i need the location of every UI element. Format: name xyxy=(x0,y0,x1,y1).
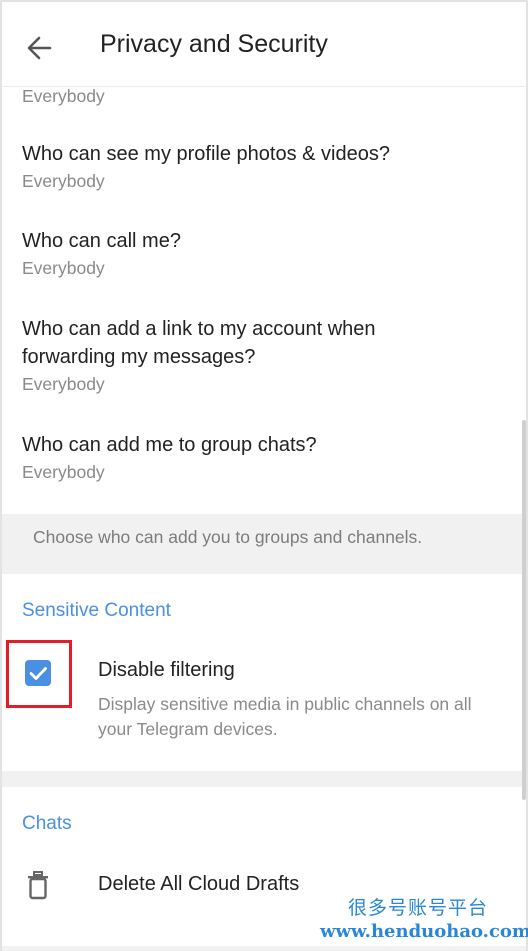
delete-all-cloud-drafts-button[interactable]: Delete All Cloud Drafts xyxy=(98,873,299,896)
disable-filtering-label[interactable]: Disable filtering xyxy=(98,659,235,682)
section-divider xyxy=(2,771,526,787)
disable-filtering-checkbox[interactable] xyxy=(25,660,51,686)
sensitive-content-heading: Sensitive Content xyxy=(22,600,171,621)
privacy-item-label: Who can call me? xyxy=(22,230,181,252)
chats-heading: Chats xyxy=(22,813,72,834)
privacy-item-group-chats[interactable]: Who can add me to group chats? Everybody xyxy=(22,431,512,485)
privacy-item-forwarding[interactable]: Who can add a link to my account when fo… xyxy=(22,315,442,397)
frame-left-border xyxy=(0,0,2,951)
privacy-item-value: Everybody xyxy=(22,258,105,278)
privacy-item-profile-photos[interactable]: Who can see my profile photos & videos? … xyxy=(22,140,512,194)
app-header: Privacy and Security xyxy=(2,2,526,87)
privacy-item-value: Everybody xyxy=(22,462,105,482)
checkmark-icon xyxy=(29,667,47,680)
back-button[interactable] xyxy=(22,30,58,66)
watermark-text: 很多号账号平台 xyxy=(348,897,489,919)
privacy-item-label: Who can add me to group chats? xyxy=(22,434,317,456)
disable-filtering-description: Display sensitive media in public channe… xyxy=(98,694,472,739)
trash-icon xyxy=(28,871,48,900)
privacy-item-value: Everybody xyxy=(22,374,105,394)
arrow-left-icon xyxy=(27,36,52,60)
page-title: Privacy and Security xyxy=(100,30,328,58)
privacy-item-value: Everybody xyxy=(22,171,105,191)
privacy-item-label: Who can add a link to my account when fo… xyxy=(22,318,376,368)
scrollbar[interactable] xyxy=(522,420,526,800)
privacy-item-label: Who can see my profile photos & videos? xyxy=(22,143,390,165)
watermark-url: www.henduohao.com xyxy=(320,921,528,942)
bottom-band xyxy=(2,946,526,951)
groups-hint-text: Choose who can add you to groups and cha… xyxy=(33,527,423,547)
delete-drafts-row[interactable] xyxy=(26,870,50,900)
privacy-item-calls[interactable]: Who can call me? Everybody xyxy=(22,227,512,281)
